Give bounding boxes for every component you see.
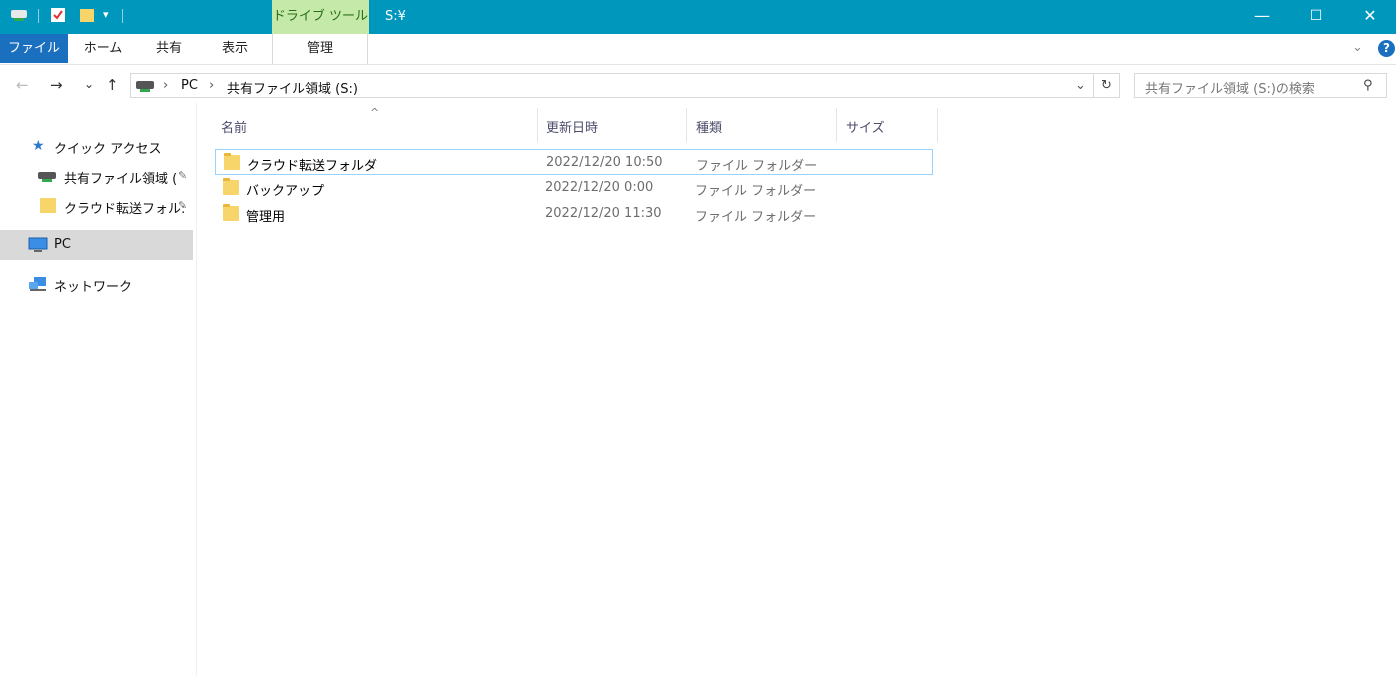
star-icon: ★ xyxy=(32,138,45,154)
nav-item-label: 共有ファイル領域 ( xyxy=(64,172,178,187)
file-name: クラウド転送フォルダ xyxy=(247,159,378,174)
column-header-modified[interactable]: 更新日時 xyxy=(546,117,598,136)
file-row[interactable]: 管理用 2022/12/20 11:30 ファイル フォルダー xyxy=(215,201,933,227)
column-header-name[interactable]: 名前 xyxy=(221,117,247,136)
help-icon[interactable]: ? xyxy=(1378,40,1395,57)
nav-item-label: ネットワーク xyxy=(54,280,133,295)
address-divider xyxy=(1093,74,1094,97)
sort-ascending-icon: ^ xyxy=(370,106,380,119)
pin-icon: ✎ xyxy=(178,199,188,212)
breadcrumb-drive[interactable]: 共有ファイル領域 (S:) xyxy=(227,78,358,97)
file-name: バックアップ xyxy=(246,184,325,199)
window-title: S:¥ xyxy=(385,9,406,24)
expand-ribbon-icon[interactable]: ⌄ xyxy=(1352,40,1363,55)
recent-locations-icon[interactable]: ⌄ xyxy=(84,77,94,91)
nav-item-label: PC xyxy=(54,237,71,252)
tab-drive-tools[interactable]: ドライブ ツール xyxy=(272,0,369,34)
folder-icon xyxy=(223,178,239,195)
nav-pc[interactable]: PC xyxy=(0,230,193,260)
title-bar: ▾ ドライブ ツール S:¥ — ☐ ✕ xyxy=(0,0,1396,34)
nav-quick-access[interactable]: ★ クイック アクセス xyxy=(0,132,193,160)
nav-item-label: クラウド転送フォル: xyxy=(64,202,186,217)
properties-icon[interactable] xyxy=(50,7,66,23)
folder-icon xyxy=(224,153,240,170)
search-input[interactable]: 共有ファイル領域 (S:)の検索 xyxy=(1145,78,1315,97)
file-type: ファイル フォルダー xyxy=(696,159,818,174)
breadcrumb-separator[interactable]: › xyxy=(209,78,214,93)
tab-file[interactable]: ファイル xyxy=(0,34,68,63)
pin-icon: ✎ xyxy=(178,169,188,182)
refresh-icon[interactable]: ↻ xyxy=(1101,78,1112,93)
file-name: 管理用 xyxy=(246,210,286,225)
computer-icon xyxy=(28,237,48,257)
nav-pinned-cloud-folder[interactable]: クラウド転送フォル: ✎ xyxy=(0,192,193,220)
back-icon[interactable]: ← xyxy=(16,76,29,94)
drive-icon xyxy=(38,171,56,188)
nav-pinned-shared-drive[interactable]: 共有ファイル領域 ( ✎ xyxy=(0,162,193,190)
file-type: ファイル フォルダー xyxy=(695,184,817,199)
file-row[interactable]: バックアップ 2022/12/20 0:00 ファイル フォルダー xyxy=(215,175,933,201)
nav-network[interactable]: ネットワーク xyxy=(0,270,193,298)
column-header-type[interactable]: 種類 xyxy=(696,117,722,136)
drive-icon[interactable] xyxy=(10,7,27,23)
new-folder-icon[interactable] xyxy=(79,7,95,23)
close-button[interactable]: ✕ xyxy=(1344,0,1396,34)
address-bar[interactable]: › PC › 共有ファイル領域 (S:) ⌄ ↻ xyxy=(130,73,1120,98)
network-icon xyxy=(28,276,48,296)
customize-quick-access-icon[interactable]: ▾ xyxy=(103,7,119,23)
tab-home[interactable]: ホーム xyxy=(78,34,128,63)
ribbon-tabs: ファイル ホーム 共有 表示 管理 ⌄ ? xyxy=(0,34,1396,65)
file-row[interactable]: クラウド転送フォルダ 2022/12/20 10:50 ファイル フォルダー xyxy=(215,149,933,175)
file-type: ファイル フォルダー xyxy=(695,210,817,225)
navigation-pane: ★ クイック アクセス 共有ファイル領域 ( ✎ クラウド転送フォル: ✎ PC… xyxy=(0,103,197,676)
nav-item-label: クイック アクセス xyxy=(54,142,162,157)
maximize-button[interactable]: ☐ xyxy=(1290,0,1342,34)
drive-icon xyxy=(136,80,154,93)
toolbar-separator xyxy=(122,9,123,23)
file-modified: 2022/12/20 11:30 xyxy=(545,206,662,221)
column-divider[interactable] xyxy=(937,108,938,142)
breadcrumb-pc[interactable]: PC xyxy=(181,78,198,93)
up-icon[interactable]: ↑ xyxy=(106,76,119,94)
breadcrumb-separator[interactable]: › xyxy=(163,78,168,93)
forward-icon[interactable]: → xyxy=(50,76,63,94)
tab-manage-frame: 管理 xyxy=(272,34,368,64)
toolbar-separator xyxy=(38,9,39,23)
file-modified: 2022/12/20 0:00 xyxy=(545,180,654,195)
tab-view[interactable]: 表示 xyxy=(210,34,260,63)
column-divider[interactable] xyxy=(836,108,837,142)
search-box[interactable]: 共有ファイル領域 (S:)の検索 ⚲ xyxy=(1134,73,1387,98)
folder-icon xyxy=(40,198,56,213)
tab-manage[interactable]: 管理 xyxy=(273,34,367,63)
folder-icon xyxy=(223,204,239,221)
column-divider[interactable] xyxy=(537,108,538,142)
search-icon[interactable]: ⚲ xyxy=(1363,78,1373,93)
file-modified: 2022/12/20 10:50 xyxy=(546,155,663,170)
address-row: ← → ⌄ ↑ › PC › 共有ファイル領域 (S:) ⌄ ↻ 共有ファイル領… xyxy=(0,65,1396,103)
tab-share[interactable]: 共有 xyxy=(144,34,194,63)
address-dropdown-icon[interactable]: ⌄ xyxy=(1075,78,1086,93)
minimize-button[interactable]: — xyxy=(1236,0,1288,34)
column-header-size[interactable]: サイズ xyxy=(846,117,885,136)
column-divider[interactable] xyxy=(686,108,687,142)
